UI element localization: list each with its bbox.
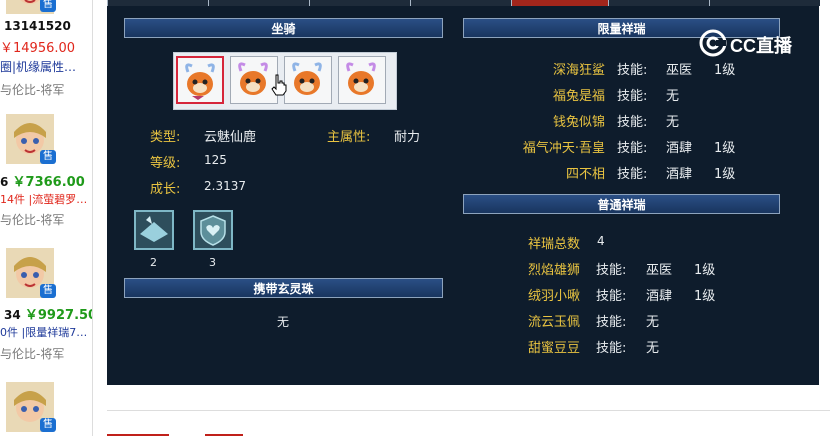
- limited-item-name: 四不相: [565, 167, 605, 182]
- sell-badge: 售: [40, 418, 56, 432]
- orb-header: 携带玄灵珠: [124, 278, 443, 298]
- limited-item-name: 深海狂鲨: [552, 63, 605, 78]
- item-tags[interactable]: 14件 |流萤碧罗…: [0, 191, 87, 207]
- main-attr-value: 耐力: [394, 130, 421, 145]
- cc-live-watermark: CC直播: [698, 28, 810, 58]
- cc-logo-icon: [699, 29, 727, 57]
- item-price: ￥14956.00: [0, 41, 76, 56]
- seller-id-fragment: 6: [0, 175, 13, 189]
- level-label: 等级:: [150, 156, 181, 171]
- mount-header: 坐骑: [124, 18, 443, 38]
- limited-skill-value: 无: [666, 115, 680, 130]
- growth-value: 2.3137: [204, 179, 246, 193]
- level-value: 125: [204, 153, 227, 167]
- limited-skill-level: 1级: [714, 167, 736, 182]
- normal-skill-label: 技能:: [596, 341, 627, 356]
- type-label: 类型:: [150, 130, 181, 145]
- limited-skill-label: 技能:: [617, 89, 648, 104]
- deer-mount-icon: [185, 63, 215, 100]
- limited-skill-value: 无: [666, 89, 680, 104]
- limited-item-name: 福兔是福: [552, 89, 605, 104]
- skill-count: 3: [209, 256, 216, 269]
- mount-thumb[interactable]: [284, 56, 332, 104]
- main-attr-label: 主属性:: [327, 130, 371, 145]
- list-item[interactable]: 售 6 ￥7366.00 14件 |流萤碧罗… 与伦比-将军: [0, 112, 92, 232]
- normal-skill-level: 1级: [694, 263, 716, 278]
- tab-4[interactable]: [410, 0, 511, 6]
- normal-skill-value: 无: [646, 315, 660, 330]
- growth-label: 成长:: [150, 182, 181, 197]
- seller-id-fragment: 34: [4, 308, 25, 322]
- normal-skill-label: 技能:: [596, 315, 627, 330]
- sell-badge: 售: [40, 284, 56, 298]
- item-list: 售 13141520 ￥14956.00 圈|机缘属性… 与伦比-将军 售 6 …: [0, 0, 92, 436]
- mount-thumb[interactable]: [338, 56, 386, 104]
- plate-skill-icon: [136, 212, 172, 248]
- limited-skill-label: 技能:: [617, 63, 648, 78]
- limited-skill-value: 酒肆: [666, 141, 693, 156]
- mount-skill-1[interactable]: [134, 210, 174, 250]
- deer-mount-icon: [346, 62, 376, 95]
- normal-item-name: 甜蜜豆豆: [528, 341, 581, 356]
- item-tags[interactable]: 圈|机缘属性…: [0, 58, 76, 75]
- normal-header: 普通祥瑞: [463, 194, 780, 214]
- seller-id: 6 ￥7366.00: [0, 171, 85, 190]
- normal-item-name: 绒羽小啾: [528, 289, 581, 304]
- normal-skill-value: 无: [646, 341, 660, 356]
- limited-skill-value: 巫医: [666, 63, 693, 78]
- sell-badge: 售: [40, 0, 56, 12]
- normal-item-name: 流云玉佩: [528, 315, 581, 330]
- deer-mount-icon: [238, 62, 268, 95]
- list-item[interactable]: 售 34 ￥9927.50 0件 |限量祥瑞7… 与伦比-将军: [0, 246, 92, 366]
- normal-skill-value: 酒肆: [646, 289, 673, 304]
- normal-total-label: 祥瑞总数: [528, 237, 581, 252]
- server-name: 与伦比-将军: [0, 347, 65, 361]
- hand-cursor-icon: [271, 74, 287, 96]
- orb-value: 无: [277, 315, 290, 329]
- watermark-text: CC直播: [730, 36, 792, 56]
- item-tags[interactable]: 0件 |限量祥瑞7…: [0, 324, 87, 340]
- seller-id: 13141520: [4, 19, 71, 33]
- limited-skill-level: 1级: [714, 141, 736, 156]
- limited-skill-label: 技能:: [617, 167, 648, 182]
- normal-skill-label: 技能:: [596, 263, 627, 278]
- normal-total-value: 4: [597, 234, 605, 248]
- limited-item-name: 福气冲天·吾皇: [522, 141, 605, 156]
- tab-1[interactable]: [107, 0, 208, 6]
- normal-skill-value: 巫医: [646, 263, 673, 278]
- server-name: 与伦比-将军: [0, 83, 65, 97]
- deer-mount-icon: [292, 62, 322, 95]
- seller-id: 34 ￥9927.50: [4, 304, 92, 323]
- limited-skill-value: 酒肆: [666, 167, 693, 182]
- normal-item-name: 烈焰雄狮: [528, 263, 581, 278]
- normal-skill-level: 1级: [694, 289, 716, 304]
- tab-3[interactable]: [309, 0, 410, 6]
- list-item[interactable]: 售 13141520 ￥14956.00 圈|机缘属性… 与伦比-将军: [0, 0, 92, 97]
- footer-divider: [107, 410, 830, 411]
- list-item[interactable]: 售: [0, 380, 92, 436]
- tab-strip: [107, 0, 820, 7]
- limited-skill-label: 技能:: [617, 141, 648, 156]
- item-price: ￥9927.50: [24, 308, 92, 323]
- normal-skill-label: 技能:: [596, 289, 627, 304]
- tab-7[interactable]: [709, 0, 820, 6]
- item-price: ￥7366.00: [12, 175, 85, 190]
- mount-skill-2[interactable]: [193, 210, 233, 250]
- limited-skill-level: 1级: [714, 63, 736, 78]
- skill-count: 2: [150, 256, 157, 269]
- sell-badge: 售: [40, 150, 56, 164]
- limited-item-name: 钱兔似锦: [552, 115, 605, 130]
- server-name: 与伦比-将军: [0, 213, 65, 227]
- heart-shield-skill-icon: [195, 212, 231, 248]
- tab-active[interactable]: [511, 0, 608, 6]
- mount-thumb-selected[interactable]: [176, 56, 224, 104]
- tab-6[interactable]: [608, 0, 709, 6]
- limited-skill-label: 技能:: [617, 115, 648, 130]
- list-divider: [92, 0, 93, 436]
- type-value: 云魅仙鹿: [204, 130, 257, 145]
- tab-2[interactable]: [208, 0, 309, 6]
